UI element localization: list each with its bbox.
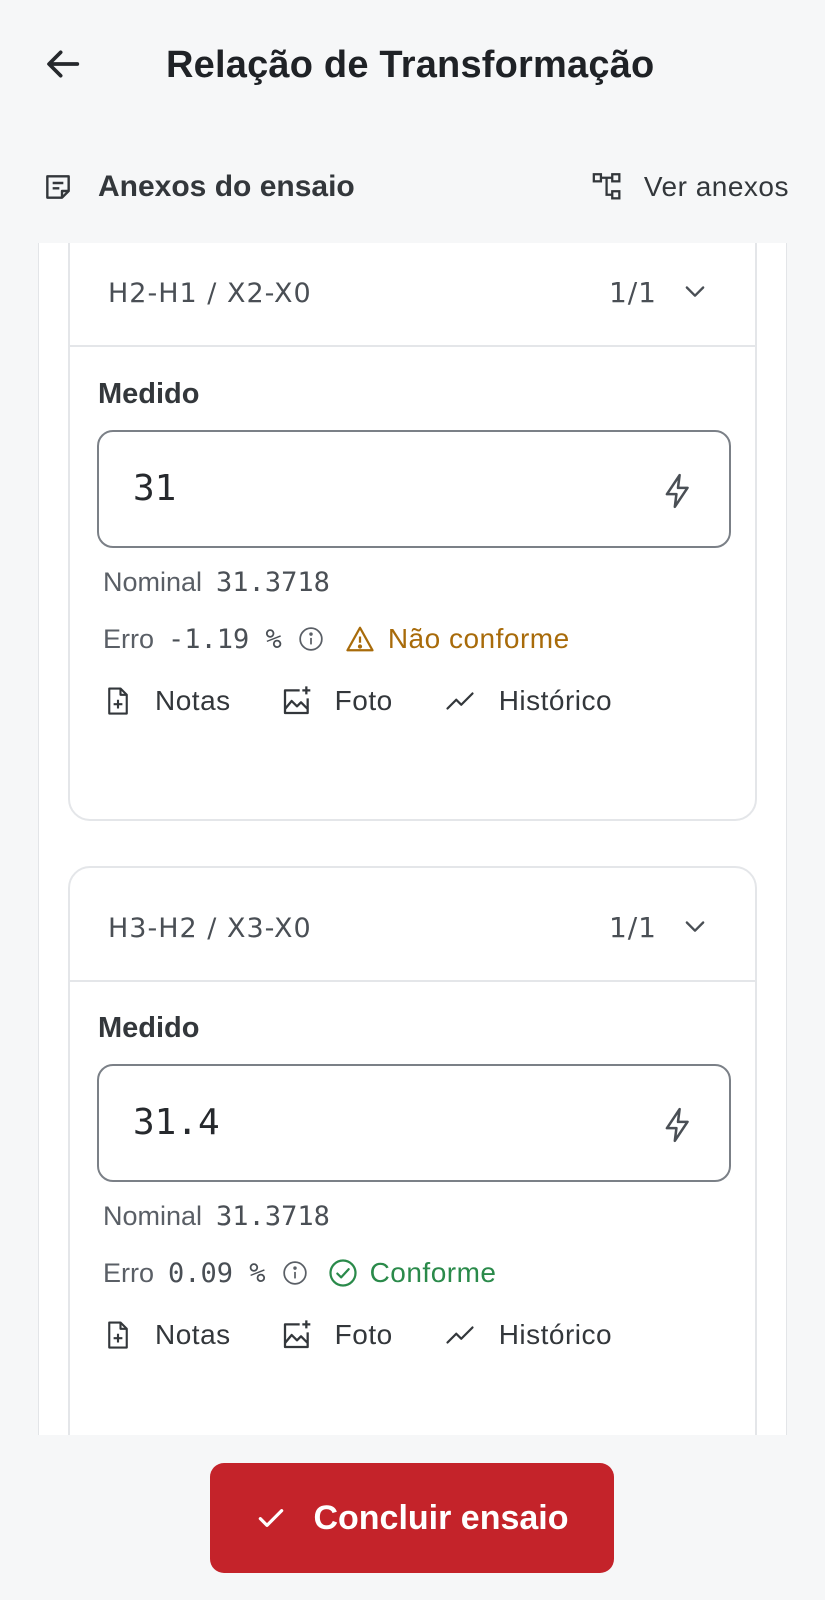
image-plus-icon xyxy=(283,1320,310,1349)
history-label: Histórico xyxy=(498,1319,613,1350)
history-button[interactable]: Histórico xyxy=(443,1319,612,1351)
info-icon[interactable] xyxy=(298,626,324,652)
history-button[interactable]: Histórico xyxy=(443,685,612,717)
measurements-list[interactable]: H2-H1 / X2-X0 1/1 Medido 31 Nominal 31.3… xyxy=(38,243,787,1435)
notes-label: Notas xyxy=(155,1319,231,1350)
arrow-left-icon xyxy=(47,50,80,78)
trend-icon xyxy=(446,1326,474,1344)
status-text: Não conforme xyxy=(387,623,570,654)
error-value: -1.19 % xyxy=(168,623,282,655)
card-header[interactable]: H2-H1 / X2-X0 1/1 xyxy=(70,243,755,347)
photo-label: Foto xyxy=(334,685,393,716)
attachments-label: Anexos do ensaio xyxy=(98,170,355,203)
nominal-value: 31.3718 xyxy=(216,567,330,598)
card-count: 1/1 xyxy=(608,276,657,309)
status-badge: Não conforme xyxy=(344,623,570,655)
notes-button[interactable]: Notas xyxy=(103,1319,231,1351)
nominal-value: 31.3718 xyxy=(216,1201,330,1232)
measured-label: Medido xyxy=(98,1012,200,1044)
app-header: Relação de Transformação xyxy=(0,0,825,135)
chevron-down-icon[interactable] xyxy=(681,912,709,940)
bolt-icon[interactable] xyxy=(659,1104,697,1146)
view-attachments-button[interactable]: Ver anexos xyxy=(590,170,789,204)
conclude-test-label: Concluir ensaio xyxy=(313,1498,569,1537)
nominal-row: Nominal 31.3718 xyxy=(103,567,330,598)
notes-label: Notas xyxy=(155,685,231,716)
error-label: Erro xyxy=(103,1257,155,1288)
nominal-label: Nominal xyxy=(103,567,203,597)
chevron-down-icon[interactable] xyxy=(681,277,709,305)
error-label: Erro xyxy=(103,623,155,654)
page-title: Relação de Transformação xyxy=(166,44,655,86)
app-screen: Relação de Transformação Anexos do ensai… xyxy=(0,0,825,1600)
nominal-label: Nominal xyxy=(103,1201,203,1231)
photo-button[interactable]: Foto xyxy=(281,685,393,717)
status-text: Conforme xyxy=(369,1257,497,1288)
photo-button[interactable]: Foto xyxy=(281,1319,393,1351)
measurement-card: H3-H2 / X3-X0 1/1 Medido 31.4 Nominal 31… xyxy=(68,866,757,1435)
error-row: Erro 0.09 % Conforme xyxy=(103,1257,497,1289)
view-attachments-label: Ver anexos xyxy=(643,171,789,202)
image-plus-icon xyxy=(283,686,310,715)
notes-button[interactable]: Notas xyxy=(103,685,231,717)
info-icon[interactable] xyxy=(282,1260,308,1286)
card-title: H3-H2 / X3-X0 xyxy=(108,913,312,944)
bolt-icon[interactable] xyxy=(659,470,697,512)
status-badge: Conforme xyxy=(328,1257,497,1289)
attachments-section: Anexos do ensaio xyxy=(42,170,355,204)
error-row: Erro -1.19 % Não conforme xyxy=(103,623,570,655)
check-circle-icon xyxy=(328,1259,357,1287)
nominal-row: Nominal 31.3718 xyxy=(103,1201,330,1232)
measured-value: 31 xyxy=(133,468,177,509)
measured-label: Medido xyxy=(98,378,200,410)
back-button[interactable] xyxy=(40,40,88,88)
measured-input[interactable]: 31 xyxy=(97,430,731,548)
attachments-bar: Anexos do ensaio Ver anexos xyxy=(0,160,825,220)
file-plus-icon xyxy=(108,687,128,715)
card-actions: Notas Foto Histórico xyxy=(103,1319,662,1351)
card-header[interactable]: H3-H2 / X3-X0 1/1 xyxy=(70,868,755,982)
card-actions: Notas Foto Histórico xyxy=(103,685,662,717)
error-value: 0.09 % xyxy=(168,1257,266,1289)
card-count: 1/1 xyxy=(608,911,657,944)
history-label: Histórico xyxy=(498,685,613,716)
file-plus-icon xyxy=(108,1321,128,1349)
tree-icon xyxy=(592,173,621,200)
measurement-card: H2-H1 / X2-X0 1/1 Medido 31 Nominal 31.3… xyxy=(68,243,757,821)
measured-input[interactable]: 31.4 xyxy=(97,1064,731,1182)
trend-icon xyxy=(446,692,474,710)
measured-value: 31.4 xyxy=(133,1102,220,1143)
card-title: H2-H1 / X2-X0 xyxy=(108,278,312,309)
check-icon xyxy=(259,1509,284,1527)
note-icon xyxy=(46,175,70,199)
photo-label: Foto xyxy=(334,1319,393,1350)
warning-triangle-icon xyxy=(346,626,374,652)
conclude-test-button[interactable]: Concluir ensaio xyxy=(210,1463,614,1573)
